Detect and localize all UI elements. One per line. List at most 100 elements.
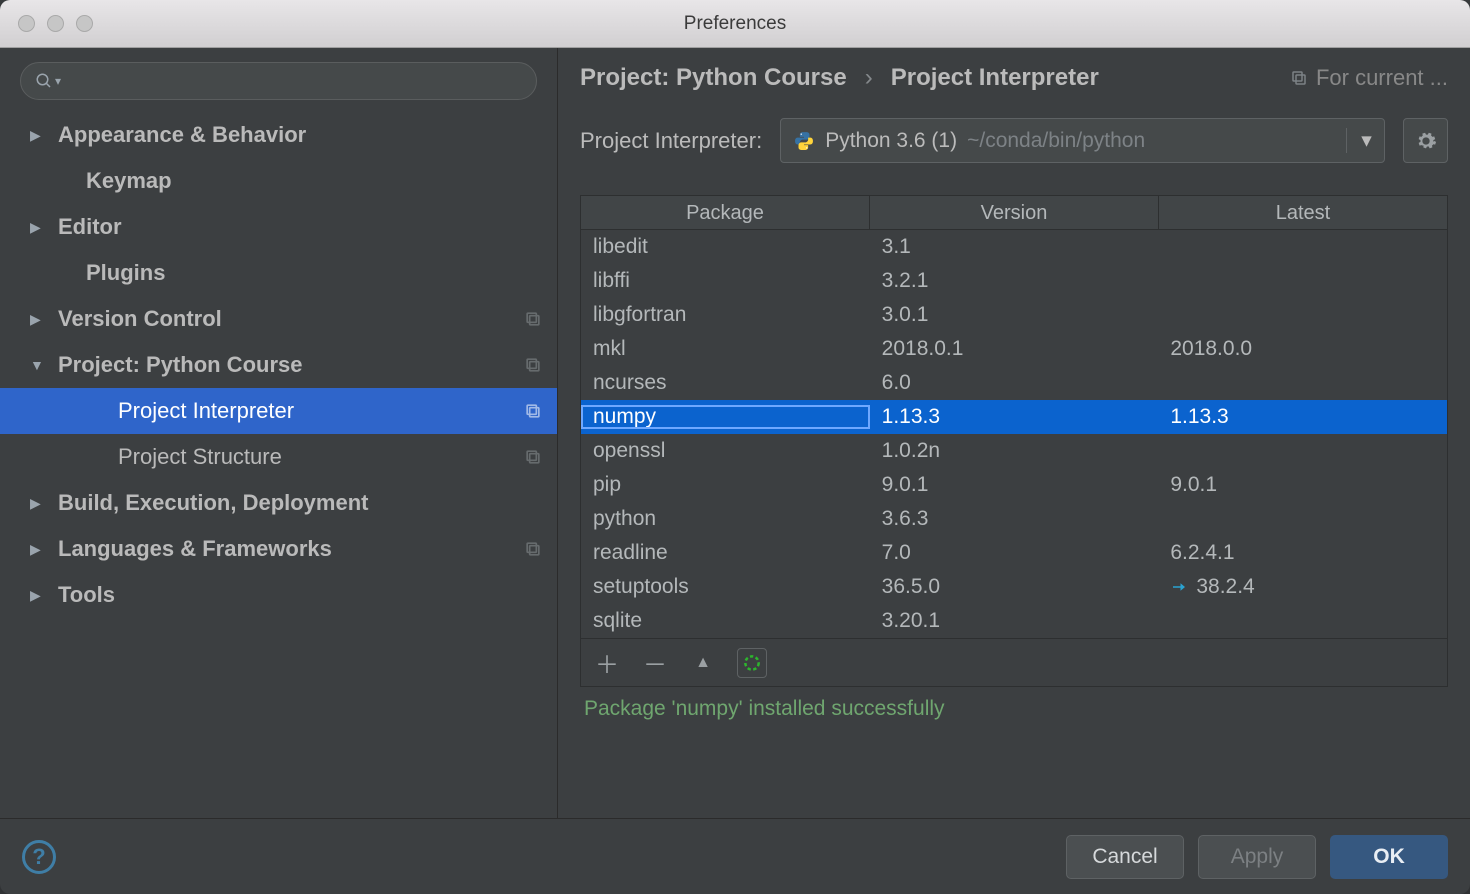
- cancel-button[interactable]: Cancel: [1066, 835, 1184, 879]
- package-name: numpy: [581, 405, 870, 429]
- sidebar-item-languages-frameworks[interactable]: ▶Languages & Frameworks: [0, 526, 557, 572]
- copy-icon: [1290, 69, 1308, 87]
- chevron-right-icon: ▶: [30, 219, 58, 236]
- package-row[interactable]: libedit3.1: [581, 230, 1447, 264]
- chevron-right-icon: ▶: [30, 495, 58, 512]
- sidebar-item-project-structure[interactable]: Project Structure: [0, 434, 557, 480]
- package-name: sqlite: [581, 609, 870, 633]
- package-name: python: [581, 507, 870, 531]
- gear-icon: [1415, 130, 1437, 152]
- package-name: mkl: [581, 337, 870, 361]
- sidebar-item-label: Tools: [58, 582, 543, 608]
- package-version: 3.1: [870, 235, 1159, 259]
- package-latest: 6.2.4.1: [1158, 541, 1447, 565]
- packages-table: Package Version Latest libedit3.1libffi3…: [580, 195, 1448, 687]
- settings-content: Project: Python Course › Project Interpr…: [558, 48, 1470, 818]
- copy-icon: [523, 401, 543, 421]
- packages-table-header: Package Version Latest: [581, 196, 1447, 230]
- sidebar-item-label: Editor: [58, 214, 543, 240]
- package-latest: 38.2.4: [1158, 575, 1447, 599]
- package-version: 3.0.1: [870, 303, 1159, 327]
- packages-toolbar: ＋ － ▲: [581, 638, 1447, 686]
- package-row[interactable]: openssl1.0.2n: [581, 434, 1447, 468]
- sidebar-item-label: Project Structure: [118, 444, 523, 470]
- sidebar-item-label: Version Control: [58, 306, 523, 332]
- settings-tree: ▶Appearance & BehaviorKeymap▶EditorPlugi…: [0, 112, 557, 818]
- package-name: libedit: [581, 235, 870, 259]
- chevron-right-icon: ▶: [30, 127, 58, 144]
- remove-package-button[interactable]: －: [641, 645, 669, 680]
- python-icon: [793, 130, 815, 152]
- sidebar-item-plugins[interactable]: Plugins: [0, 250, 557, 296]
- package-row[interactable]: sqlite3.20.1: [581, 604, 1447, 638]
- copy-icon: [523, 539, 543, 559]
- window-title: Preferences: [0, 13, 1470, 35]
- package-latest: 9.0.1: [1158, 473, 1447, 497]
- package-latest: 1.13.3: [1158, 405, 1447, 429]
- package-version: 9.0.1: [870, 473, 1159, 497]
- chevron-down-icon: ▾: [1346, 128, 1376, 153]
- sidebar-item-version-control[interactable]: ▶Version Control: [0, 296, 557, 342]
- package-name: ncurses: [581, 371, 870, 395]
- scope-indicator: For current ...: [1290, 65, 1448, 91]
- upgrade-arrow-icon: [1170, 578, 1188, 596]
- interpreter-dropdown[interactable]: Python 3.6 (1) ~/conda/bin/python ▾: [780, 118, 1385, 163]
- package-row[interactable]: python3.6.3: [581, 502, 1447, 536]
- package-version: 6.0: [870, 371, 1159, 395]
- column-package[interactable]: Package: [581, 196, 870, 229]
- package-row[interactable]: libgfortran3.0.1: [581, 298, 1447, 332]
- breadcrumb-page: Project Interpreter: [891, 64, 1099, 92]
- package-version: 3.6.3: [870, 507, 1159, 531]
- sidebar-item-editor[interactable]: ▶Editor: [0, 204, 557, 250]
- package-row[interactable]: ncurses6.0: [581, 366, 1447, 400]
- titlebar: Preferences: [0, 0, 1470, 48]
- sidebar-item-keymap[interactable]: Keymap: [0, 158, 557, 204]
- package-row[interactable]: pip9.0.19.0.1: [581, 468, 1447, 502]
- interpreter-label: Project Interpreter:: [580, 128, 762, 154]
- chevron-right-icon: ▶: [30, 541, 58, 558]
- add-package-button[interactable]: ＋: [593, 645, 621, 680]
- column-version[interactable]: Version: [870, 196, 1159, 229]
- package-version: 3.20.1: [870, 609, 1159, 633]
- sidebar-item-tools[interactable]: ▶Tools: [0, 572, 557, 618]
- package-row[interactable]: readline7.06.2.4.1: [581, 536, 1447, 570]
- sidebar-item-label: Appearance & Behavior: [58, 122, 543, 148]
- package-name: readline: [581, 541, 870, 565]
- package-row[interactable]: setuptools36.5.038.2.4: [581, 570, 1447, 604]
- package-latest: 2018.0.0: [1158, 337, 1447, 361]
- chevron-down-icon: ▼: [30, 357, 58, 373]
- ok-button[interactable]: OK: [1330, 835, 1448, 879]
- package-version: 1.0.2n: [870, 439, 1159, 463]
- sidebar-item-label: Keymap: [86, 168, 543, 194]
- package-row[interactable]: libffi3.2.1: [581, 264, 1447, 298]
- copy-icon: [523, 355, 543, 375]
- sidebar-item-label: Languages & Frameworks: [58, 536, 523, 562]
- apply-button[interactable]: Apply: [1198, 835, 1316, 879]
- column-latest[interactable]: Latest: [1159, 196, 1447, 229]
- package-version: 1.13.3: [870, 405, 1159, 429]
- preferences-window: Preferences ▾ ▶Appearance & BehaviorKeym…: [0, 0, 1470, 894]
- sidebar-item-build-execution-deployment[interactable]: ▶Build, Execution, Deployment: [0, 480, 557, 526]
- chevron-right-icon: ▶: [30, 587, 58, 604]
- status-message: Package 'numpy' installed successfully: [580, 687, 1448, 735]
- package-row[interactable]: numpy1.13.31.13.3: [581, 400, 1447, 434]
- interpreter-settings-button[interactable]: [1403, 118, 1448, 163]
- sidebar-item-project-python-course[interactable]: ▼Project: Python Course: [0, 342, 557, 388]
- search-input[interactable]: ▾: [20, 62, 537, 100]
- help-button[interactable]: ?: [22, 840, 56, 874]
- refresh-button[interactable]: [737, 648, 767, 678]
- package-version: 2018.0.1: [870, 337, 1159, 361]
- sidebar-item-project-interpreter[interactable]: Project Interpreter: [0, 388, 557, 434]
- breadcrumb: Project: Python Course › Project Interpr…: [580, 64, 1448, 92]
- package-name: setuptools: [581, 575, 870, 599]
- package-name: libgfortran: [581, 303, 870, 327]
- package-name: openssl: [581, 439, 870, 463]
- search-dropdown-icon[interactable]: ▾: [55, 74, 61, 88]
- package-row[interactable]: mkl2018.0.12018.0.0: [581, 332, 1447, 366]
- copy-icon: [523, 309, 543, 329]
- upgrade-package-button[interactable]: ▲: [689, 654, 717, 672]
- sidebar-item-appearance-behavior[interactable]: ▶Appearance & Behavior: [0, 112, 557, 158]
- sidebar-item-label: Project Interpreter: [118, 398, 523, 424]
- package-version: 36.5.0: [870, 575, 1159, 599]
- search-icon: [35, 72, 53, 90]
